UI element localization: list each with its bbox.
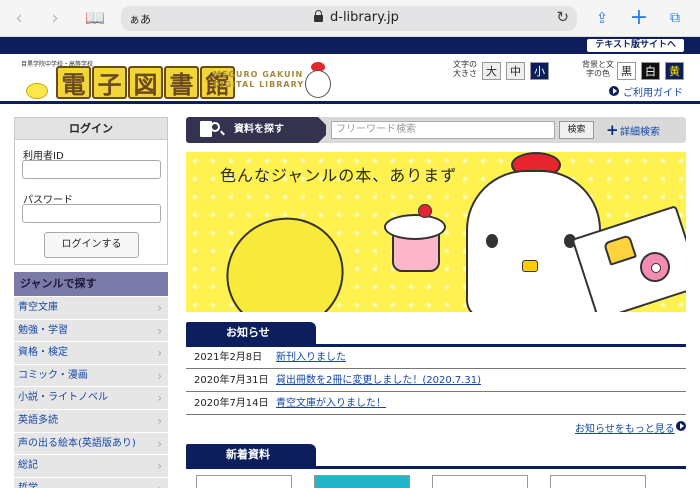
user-guide-link[interactable]: ご利用ガイド: [623, 84, 683, 99]
book-cover[interactable]: [314, 475, 410, 488]
plus-icon: +: [606, 121, 619, 139]
browser-toolbar: ‹ › 📖 ぁあ d-library.jp ↻ ⇪ + ⧉: [0, 0, 700, 37]
genre-item[interactable]: 青空文庫: [14, 297, 168, 320]
logo-title: 電 子 図 書 館: [56, 66, 236, 99]
rooster-eye: [486, 234, 498, 248]
genre-item[interactable]: 資格・検定: [14, 342, 168, 365]
search-button[interactable]: 検索: [559, 121, 594, 139]
logo-char: 子: [92, 66, 127, 99]
search-icon: [210, 122, 220, 132]
news-title: お知らせ: [186, 322, 316, 344]
genre-item[interactable]: 哲学: [14, 477, 168, 488]
user-id-input[interactable]: [22, 160, 161, 179]
back-icon[interactable]: ‹: [8, 8, 30, 28]
font-size-small-button[interactable]: 小: [530, 62, 549, 80]
news-link[interactable]: 貸出冊数を2冊に変更しました！(2020.7.31): [276, 369, 481, 392]
forward-icon[interactable]: ›: [44, 8, 66, 28]
book-cover[interactable]: [432, 475, 528, 488]
color-black-button[interactable]: 黒: [617, 62, 636, 80]
site-logo[interactable]: 目黒学院中学校・高等学校 電 子 図 書 館 MEGURO GAKUIN DIG…: [18, 57, 338, 103]
address-bar[interactable]: ぁあ d-library.jp ↻: [121, 6, 577, 31]
genre-title: ジャンルで探す: [14, 272, 168, 296]
advanced-search-link[interactable]: 詳細検索: [620, 123, 660, 138]
logo-en-line: MEGURO GAKUIN: [213, 70, 304, 79]
reader-settings-button[interactable]: ぁあ: [129, 11, 151, 27]
rooster-mascot-icon: [301, 60, 333, 100]
genre-item[interactable]: 総記: [14, 455, 168, 478]
genre-list: 青空文庫 勉強・学習 資格・検定 コミック・漫画 小説・ライトノベル 英語多読 …: [14, 297, 168, 488]
arrow-right-icon: [676, 421, 686, 431]
color-white-button[interactable]: 白: [641, 62, 660, 80]
font-size-medium-button[interactable]: 中: [506, 62, 525, 80]
logo-char: 書: [164, 66, 199, 99]
genre-item[interactable]: 勉強・学習: [14, 319, 168, 343]
font-size-large-button[interactable]: 大: [482, 62, 501, 80]
logo-en-line: DIGITAL LIBRARY: [213, 80, 305, 89]
password-input[interactable]: [22, 204, 161, 223]
book-cover[interactable]: [196, 475, 292, 488]
new-items-title: 新着資料: [186, 444, 316, 466]
login-title: ログイン: [15, 118, 167, 140]
news-date: 2020年7月14日: [194, 398, 269, 409]
share-icon[interactable]: ⇪: [591, 8, 613, 28]
genre-item[interactable]: 声の出る絵本(英語版あり): [14, 432, 168, 456]
news-item: 2020年7月14日 青空文庫が入りました！: [186, 392, 686, 415]
bookmarks-icon[interactable]: 📖: [84, 8, 106, 28]
banner-image[interactable]: 色んなジャンルの本、ありまず: [186, 152, 686, 312]
url-text[interactable]: d-library.jp: [330, 10, 399, 25]
logo-char: 電: [56, 66, 91, 99]
more-news-link[interactable]: お知らせをもっと見る: [575, 420, 675, 435]
search-bar: 資料を探す フリーワード検索 検索 + 詳細検索: [186, 117, 686, 143]
arrow-right-icon: [609, 86, 619, 96]
genre-item[interactable]: コミック・漫画: [14, 364, 168, 388]
news-link[interactable]: 新刊入りました: [276, 346, 346, 369]
cupcake-cream: [384, 214, 446, 240]
site-header: 目黒学院中学校・高等学校 電 子 図 書 館 MEGURO GAKUIN DIG…: [0, 54, 700, 104]
donut-illustration: [640, 252, 670, 282]
book-cover[interactable]: [550, 475, 646, 488]
search-input[interactable]: フリーワード検索: [331, 121, 555, 139]
text-version-link[interactable]: テキスト版サイトへ: [587, 39, 684, 52]
font-size-label: 文字の大きさ: [453, 60, 477, 78]
news-link[interactable]: 青空文庫が入りました！: [276, 392, 386, 415]
tabs-icon[interactable]: ⧉: [664, 8, 686, 28]
login-panel: ログイン 利用者ID パスワード ログインする: [14, 117, 168, 265]
logo-english: MEGURO GAKUIN DIGITAL LIBRARY: [213, 70, 304, 90]
color-label: 背景と文字の色: [582, 60, 614, 78]
news-item: 2021年2月8日 新刊入りました: [186, 346, 686, 369]
login-button[interactable]: ログインする: [44, 232, 139, 258]
reload-icon[interactable]: ↻: [556, 8, 569, 26]
news-date: 2021年2月8日: [194, 352, 263, 363]
news-item: 2020年7月31日 貸出冊数を2冊に変更しました！(2020.7.31): [186, 369, 686, 392]
genre-item[interactable]: 小説・ライトノベル: [14, 387, 168, 410]
news-date: 2020年7月31日: [194, 375, 269, 386]
new-items-rule: [186, 466, 686, 469]
rooster-beak: [522, 260, 538, 272]
search-tab: 資料を探す: [186, 117, 326, 143]
top-strip: テキスト版サイトへ: [0, 37, 700, 54]
new-tab-icon[interactable]: +: [628, 7, 650, 29]
search-title: 資料を探す: [234, 124, 284, 135]
genre-item[interactable]: 英語多読: [14, 409, 168, 433]
color-yellow-button[interactable]: 黄: [665, 62, 684, 80]
lock-icon: [314, 10, 323, 23]
chick-mascot-icon: [26, 83, 48, 99]
logo-char: 図: [128, 66, 163, 99]
cherry-illustration: [418, 204, 432, 218]
banner-caption: 色んなジャンルの本、ありまず: [220, 166, 458, 185]
